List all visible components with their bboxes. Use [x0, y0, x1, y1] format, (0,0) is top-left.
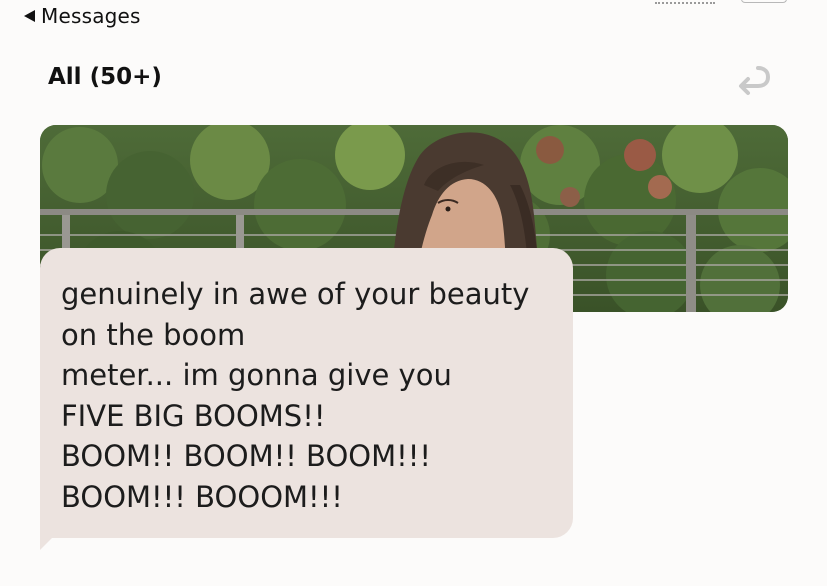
status-bar-battery [741, 0, 787, 3]
message-line: meter... im gonna give you [61, 358, 452, 392]
back-label: Messages [41, 4, 141, 28]
back-to-messages-button[interactable]: Messages [24, 4, 141, 28]
message-line: on the boom [61, 317, 246, 352]
message-bubble[interactable]: genuinely in awe of your beauty on the b… [40, 248, 573, 538]
message-line: genuinely in awe of your beauty [61, 277, 530, 311]
status-bar-signal [655, 0, 715, 4]
bubble-tail [40, 536, 54, 550]
message-line: BOOM!!! BOOOM!!! [61, 479, 343, 514]
filter-title[interactable]: All (50+) [48, 64, 162, 90]
message-line: BOOM!! BOOM!! BOOM!!! [61, 439, 431, 473]
message-line: FIVE BIG BOOMS!! [61, 398, 326, 433]
reply-arrow-icon[interactable] [732, 60, 774, 100]
left-triangle-icon [24, 10, 35, 22]
